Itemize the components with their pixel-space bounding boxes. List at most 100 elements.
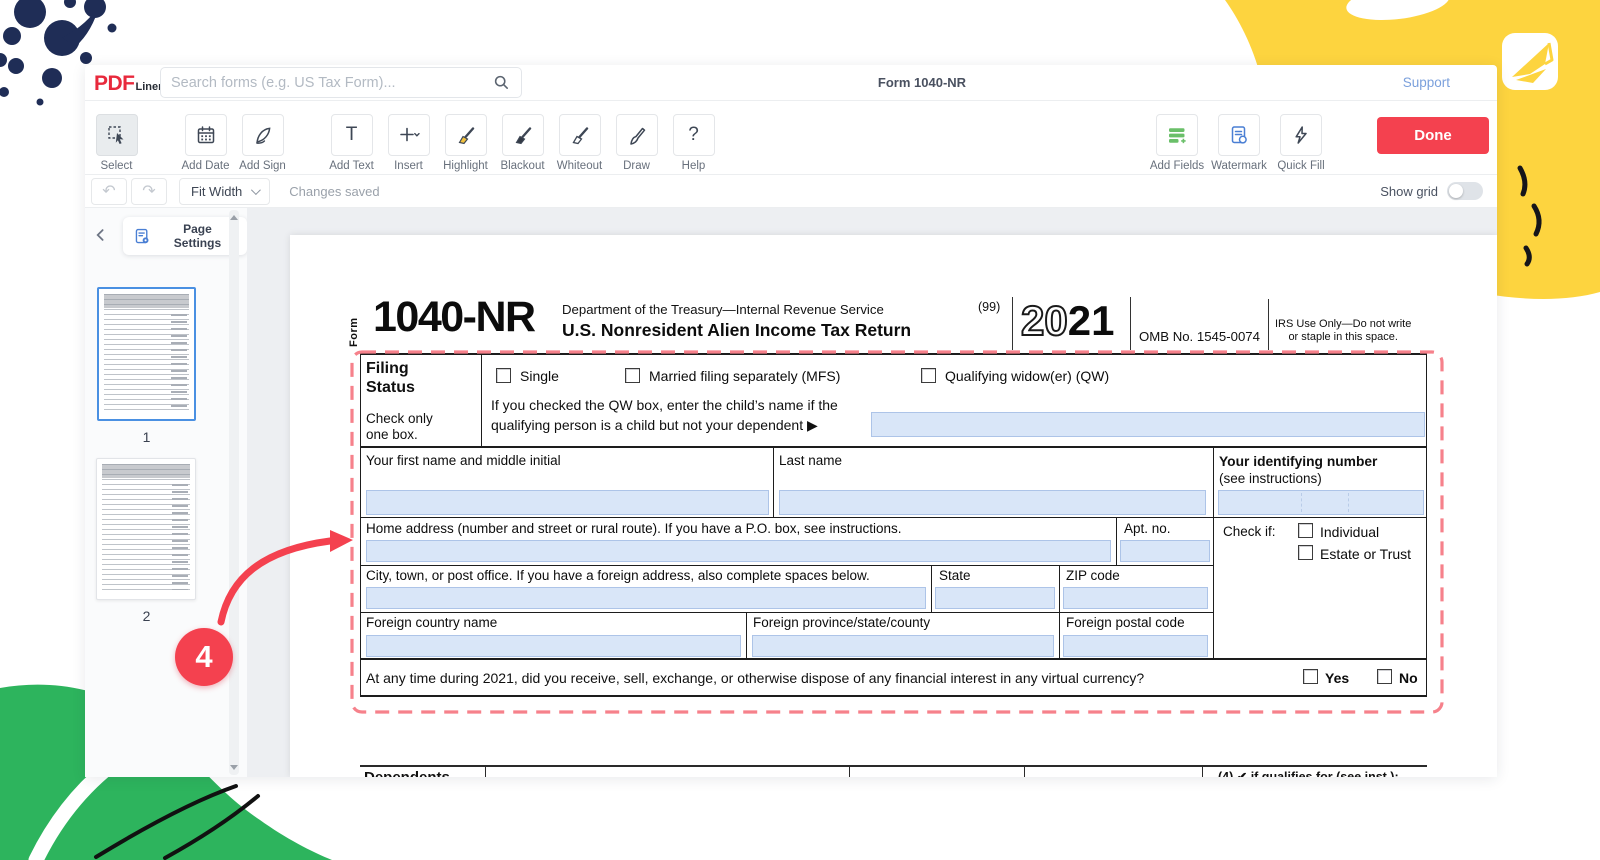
checkbox-qw[interactable]: [921, 368, 936, 383]
divider: [1213, 565, 1214, 612]
divider: [1059, 612, 1060, 658]
redo-button[interactable]: ↷: [131, 178, 167, 205]
divider: [1130, 297, 1131, 350]
add-date-button[interactable]: Add Date: [178, 114, 233, 172]
foreign-postal-label: Foreign postal code: [1066, 615, 1185, 630]
input-foreign-province[interactable]: [752, 635, 1054, 657]
input-state[interactable]: [935, 587, 1055, 609]
scroll-up-icon[interactable]: [230, 215, 238, 220]
check-if-label: Check if:: [1223, 524, 1276, 539]
input-zip[interactable]: [1063, 587, 1208, 609]
page-thumbnail-2[interactable]: [96, 458, 196, 600]
divider: [1202, 767, 1203, 777]
highlight-button[interactable]: Highlight: [438, 114, 493, 172]
scroll-down-icon[interactable]: [230, 765, 238, 770]
watermark-button[interactable]: Watermark: [1209, 114, 1269, 172]
show-grid-toggle[interactable]: [1447, 182, 1483, 200]
form-table: FilingStatus Check onlyone box. Single M…: [360, 353, 1427, 697]
label-estate-or-trust: Estate or Trust: [1320, 546, 1411, 562]
input-last-name[interactable]: [779, 490, 1206, 515]
step-number: 4: [195, 639, 212, 675]
divider: [1348, 493, 1349, 512]
zoom-select[interactable]: Fit Width: [179, 178, 270, 205]
logo-pdf-text: PDF: [94, 72, 135, 96]
search-icon[interactable]: [492, 73, 511, 92]
page-settings-icon: [133, 227, 152, 246]
input-foreign-postal[interactable]: [1063, 635, 1208, 657]
form-page: Form 1040-NR Department of the Treasury—…: [290, 235, 1497, 777]
city-row: City, town, or post office. If you have …: [361, 565, 1426, 612]
input-qw-child-name[interactable]: [871, 412, 1425, 437]
app-header: PDFLiner Form 1040-NR Support: [85, 65, 1497, 101]
calendar-icon: [185, 114, 227, 156]
input-first-name[interactable]: [366, 490, 769, 515]
label-mfs: Married filing separately (MFS): [649, 368, 840, 384]
input-apt-no[interactable]: [1120, 540, 1210, 562]
select-tool-button[interactable]: Select: [89, 114, 144, 172]
home-address-row: Home address (number and street or rural…: [361, 518, 1426, 565]
pdfliner-logo[interactable]: PDFLiner: [94, 72, 162, 96]
collapse-sidebar-button[interactable]: [89, 224, 113, 248]
zip-label: ZIP code: [1066, 568, 1120, 583]
add-sign-button[interactable]: Add Sign: [235, 114, 290, 172]
department-line: Department of the Treasury—Internal Reve…: [562, 302, 884, 317]
dependents-label: Dependents: [364, 769, 450, 777]
search-input[interactable]: [161, 75, 492, 91]
whiteout-button[interactable]: Whiteout: [552, 114, 607, 172]
quick-fill-button[interactable]: Quick Fill: [1271, 114, 1331, 172]
toolbar-left-group: Select Add Date: [89, 114, 723, 172]
draw-button[interactable]: Draw: [609, 114, 664, 172]
checkbox-mfs[interactable]: [625, 368, 640, 383]
form-word: Form: [348, 318, 360, 348]
divider: [1059, 565, 1060, 612]
sidebar-scrollbar[interactable]: [229, 210, 239, 775]
qw-note-line2: qualifying person is a child but not you…: [491, 417, 818, 434]
question-icon: ?: [673, 114, 715, 156]
thumbnail-preview: [102, 464, 190, 594]
add-fields-button[interactable]: Add Fields: [1147, 114, 1207, 172]
label-individual: Individual: [1320, 524, 1379, 540]
irs-use-only: IRS Use Only—Do not writeor staple in th…: [1275, 318, 1411, 344]
support-link[interactable]: Support: [1403, 75, 1450, 90]
content-area: Page Settings 1 2 Form 1040-NR Departmen…: [85, 208, 1497, 777]
insert-button[interactable]: Insert: [381, 114, 436, 172]
document-title: Form 1040-NR: [878, 75, 966, 90]
blackout-brush-icon: [502, 114, 544, 156]
checkbox-estate-or-trust[interactable]: [1298, 545, 1313, 560]
whiteout-brush-icon: [559, 114, 601, 156]
dependents-row: Dependents (4) ✔ if qualifies for (see i…: [360, 765, 1427, 777]
divider: [1213, 612, 1214, 658]
insert-plus-icon: [388, 114, 430, 156]
chevron-down-icon: [251, 185, 261, 195]
checkbox-yes[interactable]: [1303, 669, 1318, 684]
divider: [1012, 297, 1013, 350]
identifying-number-label: Your identifying number(see instructions…: [1219, 453, 1377, 487]
select-icon: [96, 114, 138, 156]
fields-icon: [1156, 114, 1198, 156]
input-foreign-country[interactable]: [366, 635, 741, 657]
checkbox-individual[interactable]: [1298, 523, 1313, 538]
toggle-knob: [1449, 184, 1463, 198]
add-text-button[interactable]: T Add Text: [324, 114, 379, 172]
form-title: U.S. Nonresident Alien Income Tax Return: [562, 320, 911, 341]
tax-year: 2021: [1021, 297, 1114, 345]
done-button[interactable]: Done: [1377, 117, 1489, 154]
input-home-address[interactable]: [366, 540, 1111, 562]
page-number-1: 1: [97, 429, 196, 445]
help-button[interactable]: ? Help: [666, 114, 721, 172]
filing-status-row: FilingStatus Check onlyone box. Single M…: [361, 355, 1426, 448]
blackout-button[interactable]: Blackout: [495, 114, 550, 172]
checkbox-single[interactable]: [496, 368, 511, 383]
input-identifying-number[interactable]: [1218, 490, 1424, 515]
checkbox-no[interactable]: [1377, 669, 1392, 684]
highlight-brush-icon: [445, 114, 487, 156]
input-city[interactable]: [366, 587, 926, 609]
page-thumbnail-1[interactable]: [97, 287, 196, 421]
first-name-label: Your first name and middle initial: [366, 453, 561, 468]
apt-no-label: Apt. no.: [1124, 521, 1171, 536]
show-grid-control: Show grid: [1380, 182, 1483, 200]
label-no: No: [1399, 670, 1418, 686]
text-icon: T: [331, 114, 373, 156]
last-name-label: Last name: [779, 453, 842, 468]
undo-button[interactable]: ↶: [91, 178, 127, 205]
